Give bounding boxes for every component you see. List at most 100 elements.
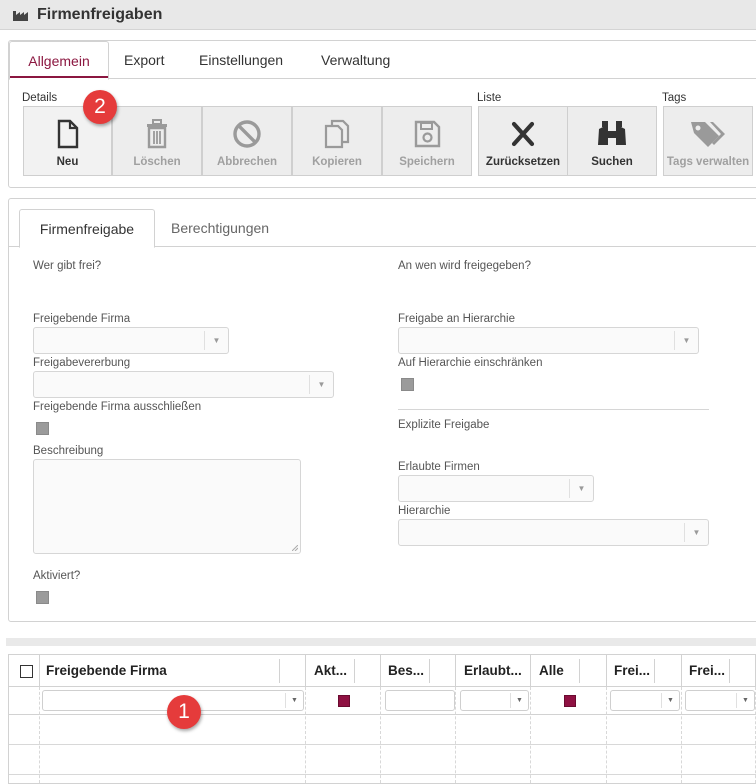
chevron-down-icon: ▼ [285,693,303,708]
annotation-marker-2: 2 [83,90,117,124]
group-label-details: Details [22,92,58,104]
table-row[interactable] [9,715,756,745]
hierarchie-select[interactable]: ▼ [398,519,709,546]
column-separator [354,659,355,683]
column-gridline [530,687,531,783]
suchen-label: Suchen [591,156,633,168]
column-header-aktiviert[interactable]: Akt... [314,655,354,687]
tab-firmenfreigabe[interactable]: Firmenfreigabe [19,209,155,248]
beschreibung-textarea[interactable] [33,459,301,554]
tab-berechtigungen[interactable]: Berechtigungen [171,209,269,247]
grid-header: Freigebende Firma Akt... Bes... Erlaubt.… [9,655,756,687]
chevron-down-icon: ▼ [736,693,754,708]
column-header-freigebende-firma[interactable]: Freigebende Firma [46,655,281,687]
panel-splitter[interactable] [6,638,756,646]
table-row[interactable] [9,745,756,775]
column-gridline [305,687,306,783]
chevron-down-icon: ▼ [674,331,698,350]
label-firma-ausschliessen: Freigebende Firma ausschließen [33,401,202,413]
column-separator [455,655,456,687]
form-divider [398,409,709,410]
kopieren-label: Kopieren [312,156,362,168]
abbrechen-button[interactable]: Abbrechen [202,106,292,176]
resize-grip-icon[interactable] [292,545,298,551]
column-gridline [681,687,682,783]
suchen-button[interactable]: Suchen [567,106,657,176]
column-gridline [380,687,381,783]
heading-wer-gibt-frei: Wer gibt frei? [33,260,102,272]
column-separator [39,655,40,687]
freigabe-hierarchie-select[interactable]: ▼ [398,327,699,354]
label-freigebende-firma: Freigebende Firma [33,313,131,325]
column-header-frei-1[interactable]: Frei... [614,655,654,687]
column-separator [579,659,580,683]
filter-alle-checkbox[interactable] [564,695,576,707]
column-separator [380,655,381,687]
column-header-beschreibung[interactable]: Bes... [388,655,428,687]
chevron-down-icon: ▼ [661,693,679,708]
loeschen-button[interactable]: Löschen [112,106,202,176]
kopieren-button[interactable]: Kopieren [292,106,382,176]
tags-verwalten-label: Tags verwalten [666,156,750,168]
toolbar-panel: Allgemein Export Einstellungen Verwaltun… [8,40,756,188]
freigabevererbung-select[interactable]: ▼ [33,371,334,398]
tags-verwalten-button[interactable]: Tags verwalten [663,106,753,176]
select-all-checkbox[interactable] [20,665,33,678]
group-label-tags: Tags [662,92,687,104]
auf-hierarchie-checkbox[interactable] [401,378,414,391]
column-gridline [455,687,456,783]
reset-x-icon [479,119,567,149]
abbrechen-label: Abbrechen [216,156,278,168]
tags-icon [664,119,752,149]
tab-einstellungen[interactable]: Einstellungen [199,41,283,79]
tab-verwaltung[interactable]: Verwaltung [321,41,390,79]
window-title: Firmenfreigaben [37,5,163,23]
detail-panel: Firmenfreigabe Berechtigungen Wer gibt f… [8,198,756,622]
tab-allgemein[interactable]: Allgemein [9,41,109,80]
heading-an-wen: An wen wird freigegeben? [398,260,531,272]
grid-filter-row: ▼ ▼ ▼ ▼ [9,687,756,715]
trash-icon [113,119,201,149]
group-label-liste: Liste [477,92,502,104]
chevron-down-icon: ▼ [684,523,708,542]
label-hierarchie: Hierarchie [398,505,451,517]
erlaubte-firmen-select[interactable]: ▼ [398,475,594,502]
filter-beschreibung[interactable] [385,690,455,711]
loeschen-label: Löschen [133,156,181,168]
chevron-down-icon: ▼ [204,331,228,350]
heading-explizite-freigabe: Explizite Freigabe [398,419,490,431]
filter-frei-2[interactable]: ▼ [685,690,755,711]
chevron-down-icon: ▼ [510,693,528,708]
speichern-button[interactable]: Speichern [382,106,472,176]
factory-icon [12,8,32,22]
column-header-alle[interactable]: Alle [539,655,579,687]
filter-erlaubte[interactable]: ▼ [460,690,529,711]
neu-label: Neu [56,156,79,168]
firmenfreigaben-grid: Freigebende Firma Akt... Bes... Erlaubt.… [8,654,756,784]
zuruecksetzen-label: Zurücksetzen [485,156,561,168]
label-freigabevererbung: Freigabevererbung [33,357,131,369]
freigebende-firma-select[interactable]: ▼ [33,327,229,354]
speichern-label: Speichern [399,156,455,168]
column-header-erlaubte[interactable]: Erlaubt... [464,655,530,687]
binoculars-icon [568,119,656,149]
column-gridline [606,687,607,783]
label-freigabe-hierarchie: Freigabe an Hierarchie [398,313,515,325]
column-header-frei-2[interactable]: Frei... [689,655,729,687]
title-bar: Firmenfreigaben [0,0,756,30]
zuruecksetzen-button[interactable]: Zurücksetzen [478,106,568,176]
column-separator [729,659,730,683]
aktiviert-checkbox[interactable] [36,591,49,604]
column-separator [530,655,531,687]
column-gridline [39,687,40,783]
label-aktiviert: Aktiviert? [33,570,81,582]
label-auf-hierarchie: Auf Hierarchie einschränken [398,357,543,369]
label-erlaubte-firmen: Erlaubte Firmen [398,461,480,473]
firma-ausschliessen-checkbox[interactable] [36,422,49,435]
annotation-marker-1: 1 [167,695,201,729]
column-separator [681,655,682,687]
tab-export[interactable]: Export [124,41,164,79]
filter-aktiviert-checkbox[interactable] [338,695,350,707]
filter-frei-1[interactable]: ▼ [610,690,680,711]
column-separator [654,659,655,683]
